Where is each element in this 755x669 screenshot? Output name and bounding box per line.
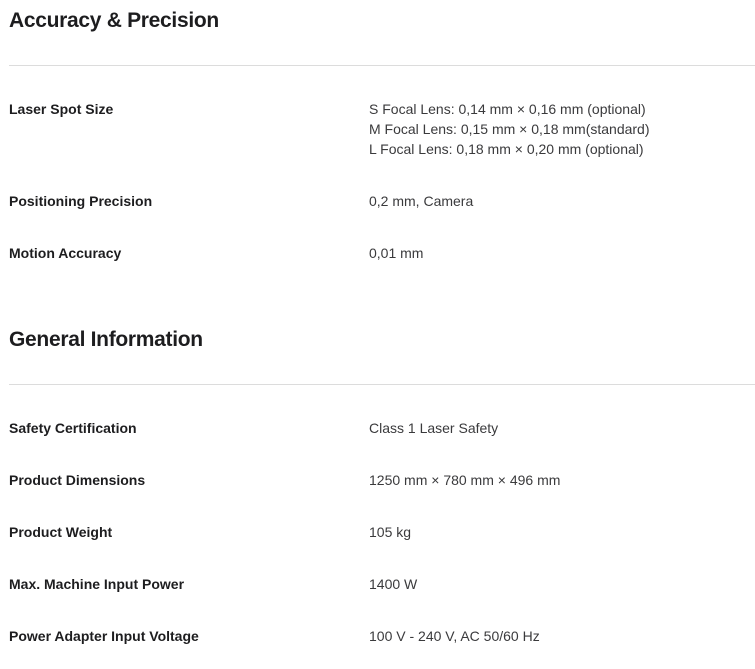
spec-value-line: S Focal Lens: 0,14 mm × 0,16 mm (optiona… (369, 101, 646, 117)
section-divider (9, 384, 755, 385)
spec-value: 1400 W (369, 574, 417, 594)
spec-value-line: 1250 mm × 780 mm × 496 mm (369, 472, 561, 488)
section-title: General Information (9, 328, 203, 351)
spec-value: 105 kg (369, 522, 411, 542)
section-divider (9, 65, 755, 66)
spec-label: Motion Accuracy (9, 245, 122, 261)
spec-value: 1250 mm × 780 mm × 496 mm (369, 470, 560, 490)
spec-label: Product Dimensions (9, 472, 146, 488)
spec-value-line: 0,2 mm, Camera (369, 193, 474, 209)
spec-value-line: 1400 W (369, 576, 418, 592)
spec-value: S Focal Lens: 0,14 mm × 0,16 mm (optiona… (369, 99, 650, 159)
spec-label: Laser Spot Size (9, 101, 114, 117)
spec-value-line: 100 V - 240 V, AC 50/60 Hz (369, 628, 540, 644)
spec-value: Class 1 Laser Safety (369, 418, 498, 438)
spec-value: 0,2 mm, Camera (369, 191, 473, 211)
spec-label: Positioning Precision (9, 193, 153, 209)
spec-label: Safety Certification (9, 420, 137, 436)
spec-value: 0,01 mm (369, 243, 423, 263)
spec-value-line: M Focal Lens: 0,15 mm × 0,18 mm(standard… (369, 121, 650, 137)
spec-value-line: L Focal Lens: 0,18 mm × 0,20 mm (optiona… (369, 141, 644, 157)
spec-label: Max. Machine Input Power (9, 576, 185, 592)
spec-label: Power Adapter Input Voltage (9, 628, 199, 644)
spec-value: 100 V - 240 V, AC 50/60 Hz (369, 626, 540, 646)
spec-label: Product Weight (9, 524, 113, 540)
spec-value-line: 105 kg (369, 524, 412, 540)
spec-value-line: Class 1 Laser Safety (369, 420, 499, 436)
section-title: Accuracy & Precision (9, 9, 219, 32)
spec-value-line: 0,01 mm (369, 245, 424, 261)
